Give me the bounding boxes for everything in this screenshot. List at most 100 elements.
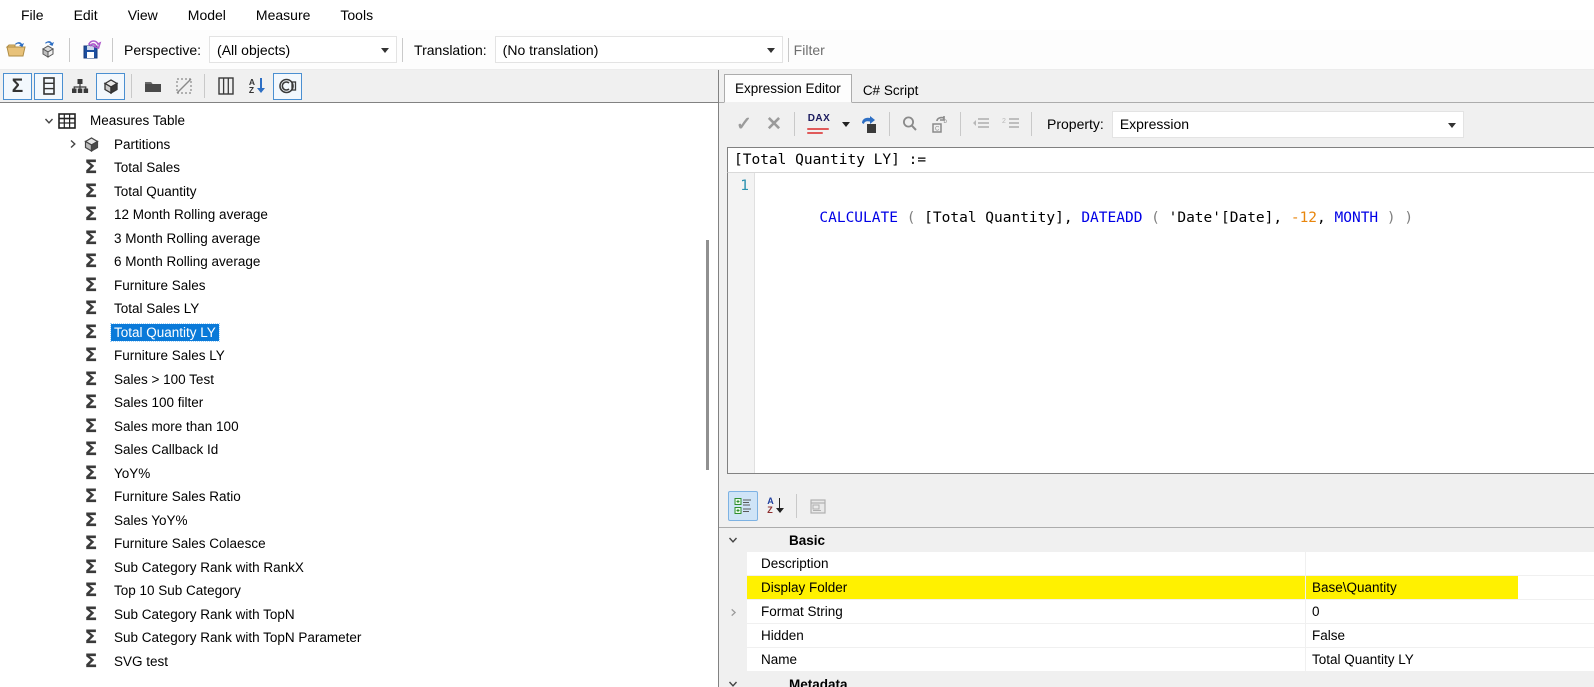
menu-item[interactable]: Measure [241, 7, 325, 23]
tree-label[interactable]: Furniture Sales [111, 277, 209, 294]
chevron-down-icon[interactable] [719, 672, 747, 687]
tree-label[interactable]: 6 Month Rolling average [111, 253, 263, 270]
property-pages-button[interactable] [803, 491, 833, 521]
tree-row-measure[interactable]: Σ Furniture Sales [0, 274, 717, 298]
editor-tab[interactable]: C# Script [851, 77, 930, 103]
tree-label[interactable]: Measures Table [87, 112, 188, 129]
tree-row-measure[interactable]: Σ Furniture Sales LY [0, 344, 717, 368]
tree-row-measure[interactable]: Σ Total Quantity [0, 180, 717, 204]
tree-row-measure[interactable]: Σ SVG test [0, 650, 717, 674]
find-button[interactable] [897, 109, 923, 139]
property-row[interactable]: Name Total Quantity LY [719, 648, 1594, 672]
property-name[interactable]: Format String [747, 600, 1306, 624]
replace-button[interactable]: C b [927, 109, 953, 139]
tree-row-measure[interactable]: Σ Sales 100 filter [0, 391, 717, 415]
tree-label[interactable]: Sales > 100 Test [111, 371, 217, 388]
menu-item[interactable]: View [113, 7, 173, 23]
tree-row-measure[interactable]: Σ Total Sales LY [0, 297, 717, 321]
tree-label[interactable]: Furniture Sales LY [111, 347, 228, 364]
chevron-down-icon[interactable] [719, 528, 747, 552]
tree-row-measures-table[interactable]: Measures Table [0, 109, 717, 133]
tree-row-measure[interactable]: Σ Sales > 100 Test [0, 368, 717, 392]
dax-code-line[interactable]: CALCULATE ( [Total Quantity], DATEADD ( … [755, 173, 1594, 226]
tree-label[interactable]: Sales more than 100 [111, 418, 242, 435]
property-row[interactable]: Format String 0 [719, 600, 1594, 624]
tree-label[interactable]: Sub Category Rank with TopN [111, 606, 298, 623]
tree-scrollbar-thumb[interactable] [706, 240, 709, 470]
tree-label[interactable]: Sales 100 filter [111, 394, 206, 411]
tree-label[interactable]: Furniture Sales Colaesce [111, 535, 269, 552]
show-hidden-toggle[interactable] [169, 73, 198, 100]
chevron-right-icon[interactable] [66, 139, 80, 149]
deploy-model-button[interactable] [33, 35, 63, 65]
menu-item[interactable]: Tools [325, 7, 388, 23]
tree-row-measure[interactable]: Σ Total Sales [0, 156, 717, 180]
property-value[interactable]: False [1306, 624, 1594, 648]
decrease-indent-button[interactable] [968, 109, 994, 139]
alphabetical-view-button[interactable]: AZ [760, 491, 790, 521]
format-dax-dropdown-icon[interactable] [842, 121, 850, 127]
property-name[interactable]: Display Folder [747, 576, 1306, 600]
increase-indent-button[interactable]: 2 [998, 109, 1024, 139]
tree-label[interactable]: Total Sales LY [111, 300, 202, 317]
tree-row-measure[interactable]: Σ 12 Month Rolling average [0, 203, 717, 227]
tree-row-measure[interactable]: Σ YoY% [0, 462, 717, 486]
tree-label[interactable]: Furniture Sales Ratio [111, 488, 244, 505]
format-dax-button[interactable]: DAX [802, 109, 836, 139]
category-row-metadata[interactable]: Metadata [719, 672, 1594, 687]
tree-label[interactable]: 3 Month Rolling average [111, 230, 263, 247]
tree-row-measure[interactable]: Σ Top 10 Sub Category [0, 579, 717, 603]
chevron-down-icon[interactable] [42, 116, 56, 126]
property-select[interactable]: Expression [1111, 110, 1464, 138]
tree-label[interactable]: Top 10 Sub Category [111, 582, 244, 599]
menu-item[interactable]: Edit [59, 7, 113, 23]
chevron-right-icon[interactable] [729, 605, 738, 620]
sort-alphabetical-toggle[interactable]: AZ [242, 73, 271, 100]
tree-label[interactable]: Sales YoY% [111, 512, 191, 529]
category-row-basic[interactable]: Basic [719, 528, 1594, 552]
tree-row-measure[interactable]: Σ 6 Month Rolling average [0, 250, 717, 274]
tree-row-measure[interactable]: Σ Furniture Sales Ratio [0, 485, 717, 509]
categorized-view-button[interactable] [728, 491, 758, 521]
tree-label[interactable]: Sub Category Rank with TopN Parameter [111, 629, 364, 646]
tree-label[interactable]: Partitions [111, 136, 173, 153]
filter-input[interactable] [793, 36, 1494, 63]
perspective-select[interactable]: (All objects) [209, 36, 398, 63]
tree-row-measure[interactable]: Σ Furniture Sales Colaesce [0, 532, 717, 556]
property-name[interactable]: Description [747, 552, 1306, 576]
insert-snippet-button[interactable] [856, 109, 882, 139]
tree-row-partitions[interactable]: Partitions [0, 133, 717, 157]
show-measures-toggle[interactable]: Σ [3, 72, 32, 100]
save-button[interactable] [76, 35, 106, 65]
menu-item[interactable]: File [6, 7, 59, 23]
show-columns-toggle[interactable] [34, 72, 63, 100]
tree-row-measure[interactable]: Σ Sub Category Rank with RankX [0, 556, 717, 580]
column-view-toggle[interactable] [211, 73, 240, 100]
tree-row-measure[interactable]: Σ Sub Category Rank with TopN [0, 603, 717, 627]
tree-label[interactable]: Sub Category Rank with RankX [111, 559, 307, 576]
property-value[interactable] [1306, 552, 1594, 576]
tree-row-measure[interactable]: Σ Total Quantity LY [0, 321, 717, 345]
open-folder-button[interactable] [1, 35, 31, 65]
property-row[interactable]: Description [719, 552, 1594, 576]
property-value[interactable]: 0 [1306, 600, 1594, 624]
accept-edit-button[interactable]: ✓ [731, 109, 757, 139]
tree-label[interactable]: Total Quantity LY [110, 322, 220, 342]
tree-row-measure[interactable]: Σ Sales YoY% [0, 509, 717, 533]
dax-code-editor[interactable]: 1 CALCULATE ( [Total Quantity], DATEADD … [727, 173, 1594, 474]
tree-row-measure[interactable]: Σ 3 Month Rolling average [0, 227, 717, 251]
tree-row-measure[interactable]: Σ Sub Category Rank with TopN Parameter [0, 626, 717, 650]
property-value[interactable]: Total Quantity LY [1306, 648, 1594, 672]
tree-label[interactable]: Total Quantity [111, 183, 200, 200]
property-row[interactable]: Display Folder Base\Quantity [719, 576, 1594, 600]
property-row[interactable]: Hidden False [719, 624, 1594, 648]
show-folders-toggle[interactable] [138, 73, 167, 100]
show-partitions-toggle[interactable] [96, 72, 125, 100]
tree-label[interactable]: Total Sales [111, 159, 183, 176]
tree-label[interactable]: YoY% [111, 465, 153, 482]
tree-label[interactable]: 12 Month Rolling average [111, 206, 271, 223]
tree-label[interactable]: Sales Callback Id [111, 441, 221, 458]
translation-select[interactable]: (No translation) [494, 36, 783, 63]
tree-row-measure[interactable]: Σ Sales Callback Id [0, 438, 717, 462]
cancel-edit-button[interactable]: ✕ [761, 109, 787, 139]
